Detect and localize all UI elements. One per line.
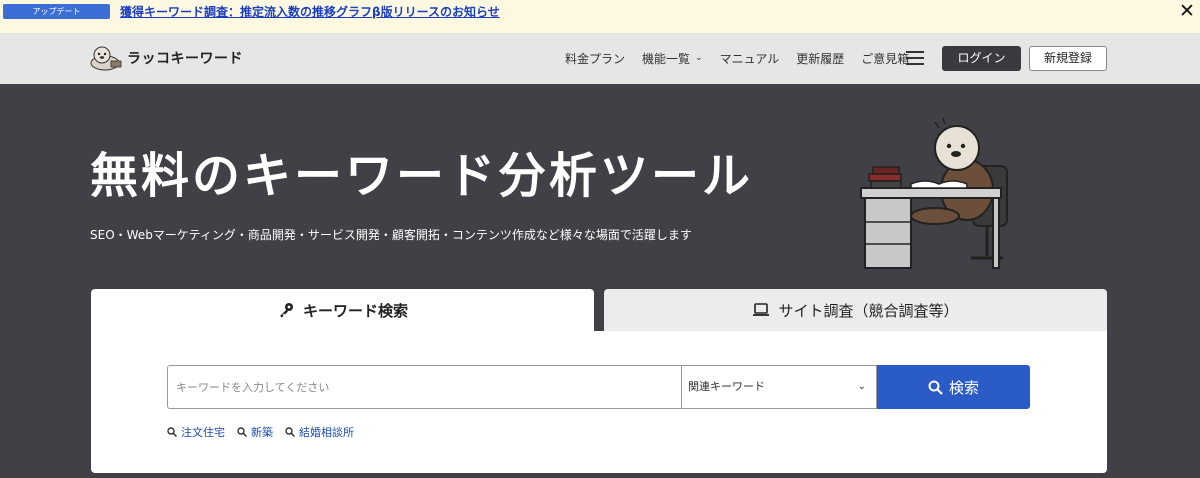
search-icon: [167, 427, 177, 437]
tab-site-research[interactable]: サイト調査（競合調査等）: [604, 289, 1107, 331]
chevron-down-icon: ⌄: [695, 53, 703, 63]
key-icon: [279, 303, 293, 318]
search-icon: [285, 427, 295, 437]
tab-keyword-search[interactable]: キーワード検索: [91, 289, 594, 331]
nav-changelog[interactable]: 更新履歴: [796, 50, 844, 67]
chevron-down-icon: ⌄: [857, 381, 866, 392]
suggestion-list: 注文住宅 新築 結婚相談所: [167, 424, 366, 440]
hero-subtitle: SEO・Webマーケティング・商品開発・サービス開発・顧客開拓・コンテンツ作成な…: [90, 228, 692, 242]
suggestion-link[interactable]: 新築: [237, 424, 273, 440]
hero-title: 無料のキーワード分析ツール: [90, 148, 754, 204]
laptop-icon: [753, 303, 770, 316]
nav-label: マニュアル: [719, 51, 780, 66]
hamburger-menu-icon[interactable]: [906, 51, 924, 65]
search-button-label: 検索: [948, 378, 979, 397]
site-logo[interactable]: ラッコキーワード: [89, 45, 243, 71]
tab-label: キーワード検索: [302, 301, 408, 320]
nav-label: 料金プラン: [565, 51, 626, 66]
nav-features[interactable]: 機能一覧 ⌄: [642, 50, 703, 67]
announcement-bar: アップデート 獲得キーワード調査：推定流入数の推移グラフβ版リリースのお知らせ …: [0, 0, 1200, 33]
nav-label: ご意見箱: [861, 51, 910, 66]
search-icon: [928, 380, 943, 395]
nav-manual[interactable]: マニュアル: [720, 50, 780, 67]
logo-text: ラッコキーワード: [127, 51, 243, 67]
nav-label: 機能一覧: [642, 51, 691, 66]
search-button[interactable]: 検索: [877, 365, 1030, 409]
tab-label: サイト調査（競合調査等）: [778, 301, 959, 320]
search-icon: [237, 427, 247, 437]
login-button[interactable]: ログイン: [942, 46, 1021, 71]
keyword-search-input[interactable]: [167, 365, 682, 409]
suggestion-label: 結婚相談所: [299, 426, 354, 439]
suggestion-label: 新築: [251, 426, 273, 439]
select-value: 関連キーワード: [688, 380, 765, 393]
announcement-link[interactable]: 獲得キーワード調査：推定流入数の推移グラフβ版リリースのお知らせ: [120, 3, 500, 20]
otter-desk-illustration: [860, 118, 1008, 269]
nav-pricing[interactable]: 料金プラン: [565, 50, 625, 67]
site-header: ラッコキーワード 料金プラン 機能一覧 ⌄ マニュアル 更新履歴 ご意見箱 ログイ…: [0, 33, 1200, 84]
suggestion-label: 注文住宅: [181, 426, 225, 439]
close-icon[interactable]: ✕: [1178, 1, 1196, 21]
update-badge: アップデート: [3, 4, 110, 19]
suggestion-link[interactable]: 注文住宅: [167, 424, 225, 440]
nav-feedback[interactable]: ご意見箱: [861, 50, 909, 67]
otter-logo-icon: [90, 46, 122, 71]
register-button[interactable]: 新規登録: [1029, 46, 1107, 71]
search-type-select[interactable]: 関連キーワード ⌄: [681, 365, 877, 409]
main-nav: 料金プラン 機能一覧 ⌄ マニュアル 更新履歴 ご意見箱: [565, 48, 926, 68]
suggestion-link[interactable]: 結婚相談所: [285, 424, 354, 440]
nav-label: 更新履歴: [796, 51, 845, 66]
search-panel: 関連キーワード ⌄ 検索 注文住宅 新築 結婚相談所: [91, 331, 1107, 473]
